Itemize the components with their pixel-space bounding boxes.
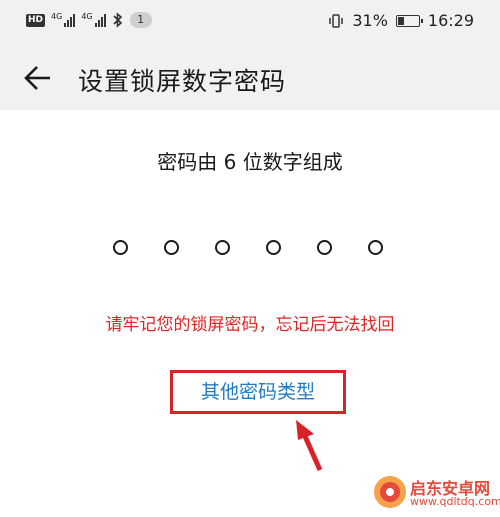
pin-dot — [113, 240, 128, 255]
app-header: 设置锁屏数字密码 — [0, 50, 500, 106]
annotation-arrow-icon — [296, 420, 323, 472]
battery-percent: 31% — [352, 11, 388, 30]
status-right: 31% 16:29 — [328, 11, 474, 30]
pin-dot — [368, 240, 383, 255]
signal-icon-2: 4G — [81, 12, 106, 27]
watermark-logo-icon — [374, 476, 406, 508]
status-bar: HD 4G 4G 1 31% 16:29 — [0, 0, 500, 42]
battery-icon — [395, 14, 423, 27]
signal-icon: 4G — [51, 12, 76, 27]
annotation-highlight-box: 其他密码类型 — [170, 370, 346, 414]
notification-count-badge: 1 — [129, 12, 152, 28]
page-title: 设置锁屏数字密码 — [78, 67, 287, 96]
vibrate-icon — [329, 13, 344, 28]
pin-dot — [266, 240, 281, 255]
arrow-left-icon — [24, 66, 50, 90]
bluetooth-icon — [113, 12, 122, 28]
hd-icon: HD — [26, 13, 46, 27]
pin-input[interactable] — [113, 240, 387, 264]
clock: 16:29 — [427, 11, 474, 30]
password-warning: 请牢记您的锁屏密码，忘记后无法找回 — [105, 315, 395, 335]
status-left: HD 4G 4G 1 — [26, 12, 152, 28]
pin-length-hint: 密码由 6 位数字组成 — [157, 150, 343, 174]
signal-network-label: 4G — [51, 12, 63, 21]
watermark: 启东安卓网 www.qdltdq.com — [372, 474, 500, 514]
other-password-type-link[interactable]: 其他密码类型 — [173, 373, 343, 411]
pin-dot — [164, 240, 179, 255]
pin-dot — [317, 240, 332, 255]
watermark-url: www.qdltdq.com — [410, 495, 500, 508]
signal-network-label-2: 4G — [81, 12, 93, 21]
back-button[interactable] — [22, 62, 54, 94]
pin-dot — [215, 240, 230, 255]
